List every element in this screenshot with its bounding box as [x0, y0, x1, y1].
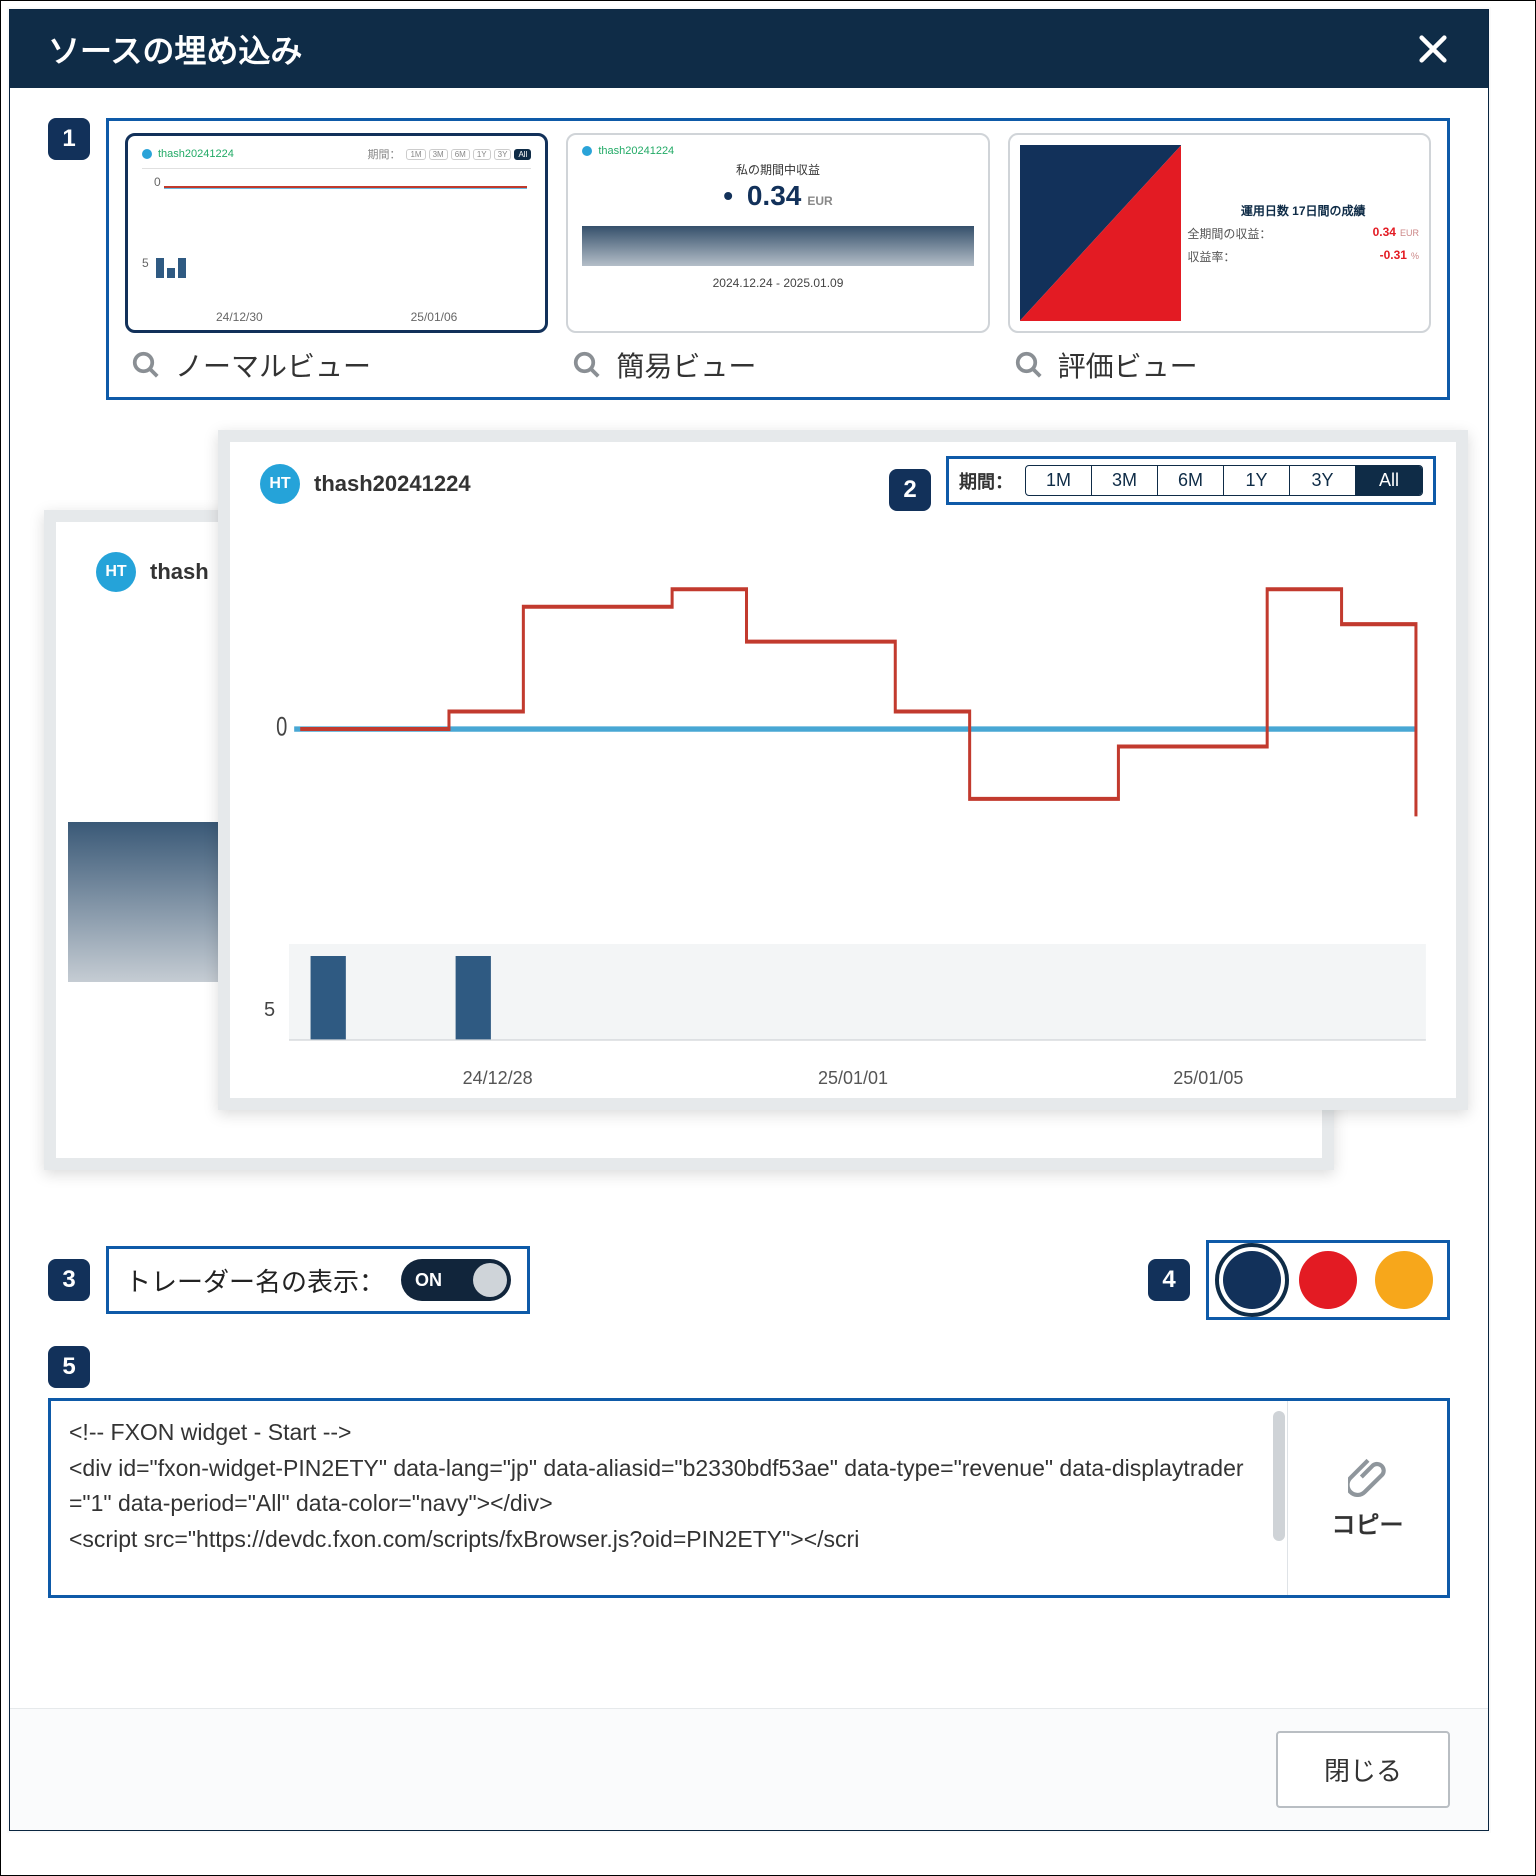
view-thumb-simple: thash20241224 私の期間中収益 • 0.34EUR 2024.12.…	[566, 133, 989, 333]
view-eval-label: 評価ビュー	[1058, 345, 1198, 385]
step-badge-5: 5	[48, 1346, 90, 1388]
modal-header: ソースの埋め込み	[10, 10, 1488, 88]
period-3y[interactable]: 3Y	[1290, 466, 1356, 495]
modal-footer: 閉じる	[10, 1708, 1488, 1830]
thumb-eval-r2-label: 収益率：	[1187, 248, 1235, 265]
xlabel-0: 24/12/28	[320, 1068, 675, 1089]
step-badge-1: 1	[48, 118, 90, 160]
color-swatch-navy[interactable]	[1223, 1251, 1281, 1309]
avatar: HT	[96, 552, 136, 592]
close-button[interactable]: 閉じる	[1276, 1731, 1450, 1808]
period-all[interactable]: All	[1356, 466, 1422, 495]
volume-bar-chart	[289, 944, 1426, 1064]
period-3m[interactable]: 3M	[1092, 466, 1158, 495]
toggle-knob	[473, 1263, 507, 1297]
trader-name: thash20241224	[314, 471, 471, 497]
embed-source-modal: ソースの埋め込み 1 thash20241224	[9, 9, 1489, 1831]
thumb-normal-trader: thash20241224	[158, 148, 234, 160]
toggle-state: ON	[415, 1270, 442, 1291]
view-simple-label: 簡易ビュー	[616, 345, 756, 385]
view-option-eval[interactable]: 運用日数 17日間の成績 全期間の収益： 0.34 EUR 収益率： -0.31%	[1008, 133, 1431, 389]
thumb-eval-r2-val: -0.31	[1380, 248, 1407, 262]
period-label: 期間：	[959, 468, 1013, 494]
period-1m[interactable]: 1M	[1026, 466, 1092, 495]
thumb-normal-date-0: 24/12/30	[216, 310, 263, 324]
avatar: HT	[260, 464, 300, 504]
view-option-normal[interactable]: thash20241224 期間： 1M 3M 6M 1Y 3Y All	[125, 133, 548, 389]
color-swatch-red[interactable]	[1299, 1251, 1357, 1309]
trader-name-toggle[interactable]: ON	[401, 1259, 511, 1301]
view-normal-label: ノーマルビュー	[175, 345, 371, 385]
period-6m[interactable]: 6M	[1158, 466, 1224, 495]
series-line	[300, 589, 1416, 816]
view-thumb-eval: 運用日数 17日間の成績 全期間の収益： 0.34 EUR 収益率： -0.31%	[1008, 133, 1431, 333]
thumb-simple-trader: thash20241224	[598, 145, 674, 157]
trader-name-toggle-box: トレーダー名の表示： ON	[106, 1246, 530, 1314]
magnifier-icon[interactable]	[131, 350, 161, 380]
trader-name-back: thash	[150, 559, 209, 585]
period-1y[interactable]: 1Y	[1224, 466, 1290, 495]
step-badge-4: 4	[1148, 1259, 1190, 1301]
xlabel-1: 25/01/01	[675, 1068, 1030, 1089]
magnifier-icon[interactable]	[1014, 350, 1044, 380]
view-thumb-normal: thash20241224 期間： 1M 3M 6M 1Y 3Y All	[125, 133, 548, 333]
period-selector: 2 期間： 1M 3M 6M 1Y 3Y All	[946, 456, 1436, 505]
thumb-eval-r1-label: 全期間の収益：	[1187, 225, 1271, 242]
thumb-eval-r1-unit: EUR	[1400, 228, 1419, 238]
x-axis-labels: 24/12/28 25/01/01 25/01/05	[260, 1064, 1426, 1089]
step-badge-2: 2	[889, 469, 931, 511]
thumb-normal-period-label: 期間：	[367, 146, 400, 162]
thumb-simple-value: • 0.34EUR	[582, 180, 973, 212]
close-icon[interactable]	[1416, 32, 1450, 66]
thumb-eval-r1-val: 0.34	[1373, 225, 1396, 239]
trader-toggle-label: トレーダー名の表示：	[125, 1262, 385, 1299]
code-scrollbar[interactable]	[1271, 1401, 1287, 1595]
view-option-simple[interactable]: thash20241224 私の期間中収益 • 0.34EUR 2024.12.…	[566, 133, 989, 389]
thumb-simple-title: 私の期間中収益	[582, 161, 973, 178]
thumb-eval-head: 運用日数 17日間の成績	[1187, 202, 1419, 219]
thumb-normal-date-1: 25/01/06	[411, 310, 458, 324]
paperclip-icon	[1348, 1457, 1388, 1497]
y-axis-zero: 0	[276, 713, 287, 742]
modal-title: ソースの埋め込み	[48, 26, 302, 72]
period-segmented: 1M 3M 6M 1Y 3Y All	[1025, 465, 1423, 496]
vol-axis-5: 5	[264, 999, 275, 1022]
preview-panel-front: HT thash20241224 2 期間： 1M 3M 6M 1Y 3	[218, 430, 1468, 1110]
magnifier-icon[interactable]	[572, 350, 602, 380]
color-swatch-orange[interactable]	[1375, 1251, 1433, 1309]
preview-area: HT thash HT thash20241224 2	[48, 430, 1450, 1200]
copy-button[interactable]: コピー	[1287, 1401, 1447, 1595]
revenue-line-chart: 0	[260, 514, 1426, 944]
embed-code-text[interactable]: <!-- FXON widget - Start --> <div id="fx…	[51, 1401, 1271, 1595]
copy-label: コピー	[1332, 1505, 1404, 1540]
xlabel-2: 25/01/05	[1031, 1068, 1386, 1089]
view-selector: thash20241224 期間： 1M 3M 6M 1Y 3Y All	[106, 118, 1450, 400]
thumb-normal-periods: 1M 3M 6M 1Y 3Y All	[406, 149, 531, 160]
step-badge-3: 3	[48, 1259, 90, 1301]
color-picker	[1206, 1240, 1450, 1320]
embed-code-box: <!-- FXON widget - Start --> <div id="fx…	[48, 1398, 1450, 1598]
thumb-simple-range: 2024.12.24 - 2025.01.09	[582, 276, 973, 290]
thumb-eval-r2-unit: %	[1411, 251, 1419, 261]
